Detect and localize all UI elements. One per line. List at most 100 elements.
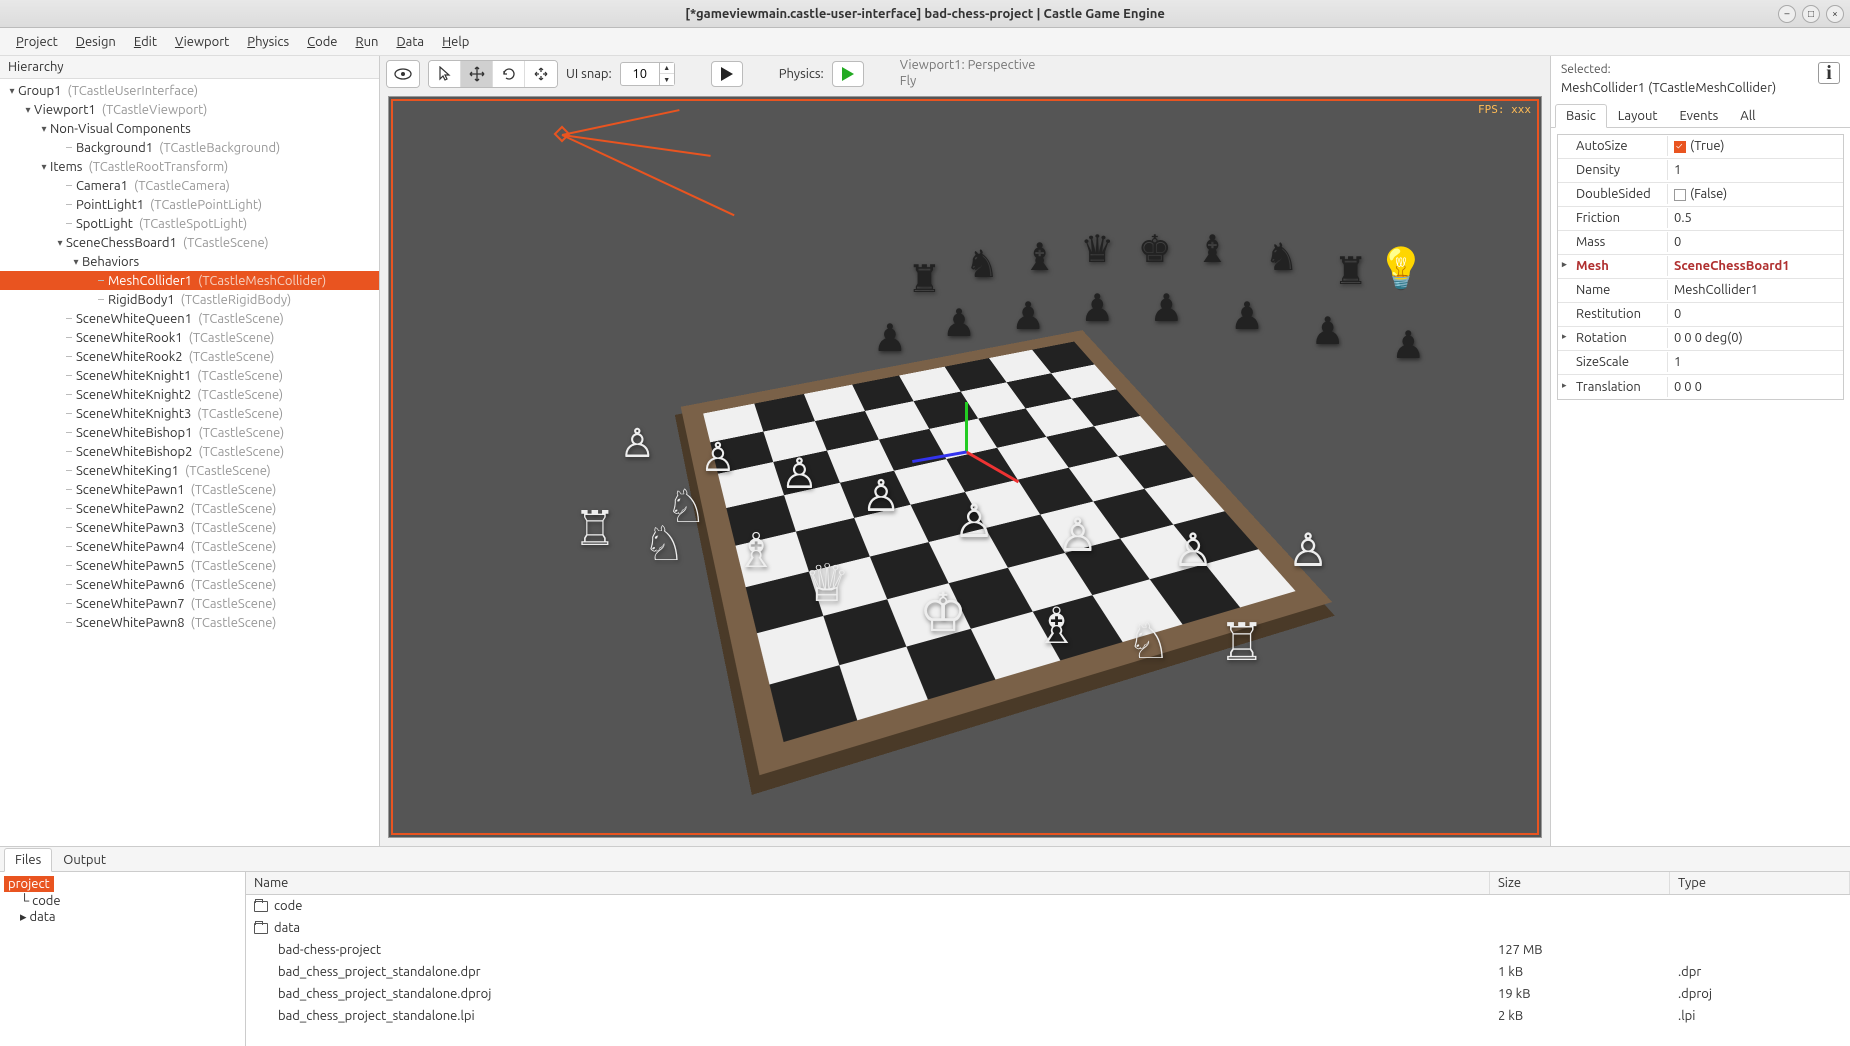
file-code[interactable]: code [246, 895, 1850, 917]
hierarchy-item-camera1[interactable]: ▸Camera1(TCastleCamera) [0, 176, 379, 195]
hierarchy-item-background1[interactable]: ▸Background1(TCastleBackground) [0, 138, 379, 157]
prop-mass[interactable]: Mass0 [1558, 231, 1843, 255]
selected-label: Selected: [1561, 62, 1776, 79]
hierarchy-item-scenewhitebishop1[interactable]: ▸SceneWhiteBishop1(TCastleScene) [0, 423, 379, 442]
menu-physics[interactable]: Physics [239, 32, 297, 52]
ui-snap-input[interactable] [620, 62, 660, 86]
prop-density[interactable]: Density1 [1558, 159, 1843, 183]
toggle-visibility-button[interactable] [387, 61, 419, 87]
viewport-info: Viewport1: Perspective Fly [900, 58, 1036, 89]
hierarchy-title: Hierarchy [0, 56, 379, 79]
inspector-tab-basic[interactable]: Basic [1555, 104, 1607, 128]
inspector-tab-all[interactable]: All [1729, 104, 1766, 128]
hierarchy-item-scenewhitepawn3[interactable]: ▸SceneWhitePawn3(TCastleScene) [0, 518, 379, 537]
physics-label: Physics: [779, 67, 824, 81]
fps-label: FPS: xxx [1478, 103, 1531, 116]
ui-snap-spinner[interactable]: ▲▼ [660, 62, 675, 86]
rotate-icon [501, 66, 517, 82]
hierarchy-item-scenewhitebishop2[interactable]: ▸SceneWhiteBishop2(TCastleScene) [0, 442, 379, 461]
hierarchy-panel: Hierarchy ▾Group1(TCastleUserInterface)▾… [0, 56, 380, 846]
scale-tool-button[interactable] [525, 61, 557, 87]
property-table[interactable]: AutoSize(True)Density1DoubleSided(False)… [1557, 134, 1844, 400]
hierarchy-item-viewport1[interactable]: ▾Viewport1(TCastleViewport) [0, 100, 379, 119]
menu-design[interactable]: Design [68, 32, 124, 52]
file-list[interactable]: Name Size Type codedatabad-chess-project… [246, 872, 1850, 1046]
hierarchy-tree[interactable]: ▾Group1(TCastleUserInterface)▾Viewport1(… [0, 79, 379, 846]
menu-data[interactable]: Data [388, 32, 432, 52]
viewport-3d[interactable]: FPS: xxx 💡 ♜ ♞ ♝ ♛ ♚ ♝ ♞ ♜ ♟ [388, 96, 1542, 838]
hierarchy-item-scenewhitepawn6[interactable]: ▸SceneWhitePawn6(TCastleScene) [0, 575, 379, 594]
minimize-button[interactable]: – [1778, 5, 1796, 23]
hierarchy-item-scenewhitepawn7[interactable]: ▸SceneWhitePawn7(TCastleScene) [0, 594, 379, 613]
dir-code[interactable]: └ code [18, 892, 241, 909]
hierarchy-item-items[interactable]: ▾Items(TCastleRootTransform) [0, 157, 379, 176]
file-bad_chess_project_standalone.dproj[interactable]: bad_chess_project_standalone.dproj19 kB.… [246, 983, 1850, 1005]
hierarchy-item-scenechessboard1[interactable]: ▾SceneChessBoard1(TCastleScene) [0, 233, 379, 252]
prop-mesh[interactable]: ▸MeshSceneChessBoard1 [1558, 255, 1843, 279]
select-tool-button[interactable] [429, 61, 461, 87]
hierarchy-item-scenewhiteknight3[interactable]: ▸SceneWhiteKnight3(TCastleScene) [0, 404, 379, 423]
move-tool-button[interactable] [461, 61, 493, 87]
hierarchy-item-scenewhiteking1[interactable]: ▸SceneWhiteKing1(TCastleScene) [0, 461, 379, 480]
hierarchy-item-meshcollider1[interactable]: ▸MeshCollider1(TCastleMeshCollider) [0, 271, 379, 290]
menu-project[interactable]: Project [8, 32, 66, 52]
bottom-tab-output[interactable]: Output [52, 848, 117, 872]
menu-viewport[interactable]: Viewport [167, 32, 237, 52]
prop-autosize[interactable]: AutoSize(True) [1558, 135, 1843, 159]
hierarchy-item-scenewhitequeen1[interactable]: ▸SceneWhiteQueen1(TCastleScene) [0, 309, 379, 328]
hierarchy-item-rigidbody1[interactable]: ▸RigidBody1(TCastleRigidBody) [0, 290, 379, 309]
hierarchy-item-scenewhiterook1[interactable]: ▸SceneWhiteRook1(TCastleScene) [0, 328, 379, 347]
rotate-tool-button[interactable] [493, 61, 525, 87]
hierarchy-item-scenewhitepawn5[interactable]: ▸SceneWhitePawn5(TCastleScene) [0, 556, 379, 575]
menu-code[interactable]: Code [299, 32, 345, 52]
prop-name[interactable]: NameMeshCollider1 [1558, 279, 1843, 303]
hierarchy-item-scenewhiteknight2[interactable]: ▸SceneWhiteKnight2(TCastleScene) [0, 385, 379, 404]
center-panel: UI snap: ▲▼ Physics: Viewport1: Perspect… [380, 56, 1550, 846]
menu-edit[interactable]: Edit [126, 32, 165, 52]
inspector-tab-events[interactable]: Events [1668, 104, 1729, 128]
file-bad_chess_project_standalone.lpi[interactable]: bad_chess_project_standalone.lpi2 kB.lpi [246, 1005, 1850, 1027]
dir-project[interactable]: project [4, 876, 54, 892]
hierarchy-item-behaviors[interactable]: ▾Behaviors [0, 252, 379, 271]
dir-data[interactable]: ▸ data [18, 909, 241, 926]
hierarchy-item-scenewhiterook2[interactable]: ▸SceneWhiteRook2(TCastleScene) [0, 347, 379, 366]
menu-run[interactable]: Run [347, 32, 386, 52]
maximize-button[interactable]: □ [1802, 5, 1820, 23]
file-list-header: Name Size Type [246, 872, 1850, 895]
bottom-tab-files[interactable]: Files [4, 848, 52, 872]
menubar: ProjectDesignEditViewportPhysicsCodeRunD… [0, 28, 1850, 56]
hierarchy-item-scenewhitepawn4[interactable]: ▸SceneWhitePawn4(TCastleScene) [0, 537, 379, 556]
hierarchy-item-scenewhitepawn8[interactable]: ▸SceneWhitePawn8(TCastleScene) [0, 613, 379, 632]
hierarchy-item-pointlight1[interactable]: ▸PointLight1(TCastlePointLight) [0, 195, 379, 214]
close-button[interactable]: × [1826, 5, 1844, 23]
eye-icon [394, 68, 412, 80]
bottom-panel: FilesOutput project└ code▸ data Name Siz… [0, 846, 1850, 1046]
menu-help[interactable]: Help [434, 32, 477, 52]
file-bad-chess-project[interactable]: bad-chess-project127 MB [246, 939, 1850, 961]
hierarchy-item-scenewhiteknight1[interactable]: ▸SceneWhiteKnight1(TCastleScene) [0, 366, 379, 385]
prop-doublesided[interactable]: DoubleSided(False) [1558, 183, 1843, 207]
hierarchy-item-non-visual components[interactable]: ▾Non-Visual Components [0, 119, 379, 138]
file-data[interactable]: data [246, 917, 1850, 939]
hierarchy-item-scenewhitepawn2[interactable]: ▸SceneWhitePawn2(TCastleScene) [0, 499, 379, 518]
light-icon: 💡 [1376, 245, 1426, 292]
file-bad_chess_project_standalone.dpr[interactable]: bad_chess_project_standalone.dpr1 kB.dpr [246, 961, 1850, 983]
prop-friction[interactable]: Friction0.5 [1558, 207, 1843, 231]
bottom-tabs: FilesOutput [0, 847, 1850, 872]
physics-play-icon [842, 67, 854, 81]
hierarchy-item-group1[interactable]: ▾Group1(TCastleUserInterface) [0, 81, 379, 100]
info-button[interactable]: i [1818, 62, 1840, 84]
directory-tree[interactable]: project└ code▸ data [0, 872, 246, 1046]
chessboard-scene [681, 330, 1332, 775]
prop-rotation[interactable]: ▸Rotation0 0 0 deg(0) [1558, 327, 1843, 351]
hierarchy-item-spotlight[interactable]: ▸SpotLight(TCastleSpotLight) [0, 214, 379, 233]
prop-translation[interactable]: ▸Translation0 0 0 [1558, 375, 1843, 399]
play-icon [721, 67, 733, 81]
play-button[interactable] [711, 61, 743, 87]
prop-restitution[interactable]: Restitution0 [1558, 303, 1843, 327]
prop-sizescale[interactable]: SizeScale1 [1558, 351, 1843, 375]
folder-icon [254, 923, 268, 934]
hierarchy-item-scenewhitepawn1[interactable]: ▸SceneWhitePawn1(TCastleScene) [0, 480, 379, 499]
inspector-tab-layout[interactable]: Layout [1607, 104, 1669, 128]
physics-play-button[interactable] [832, 61, 864, 87]
